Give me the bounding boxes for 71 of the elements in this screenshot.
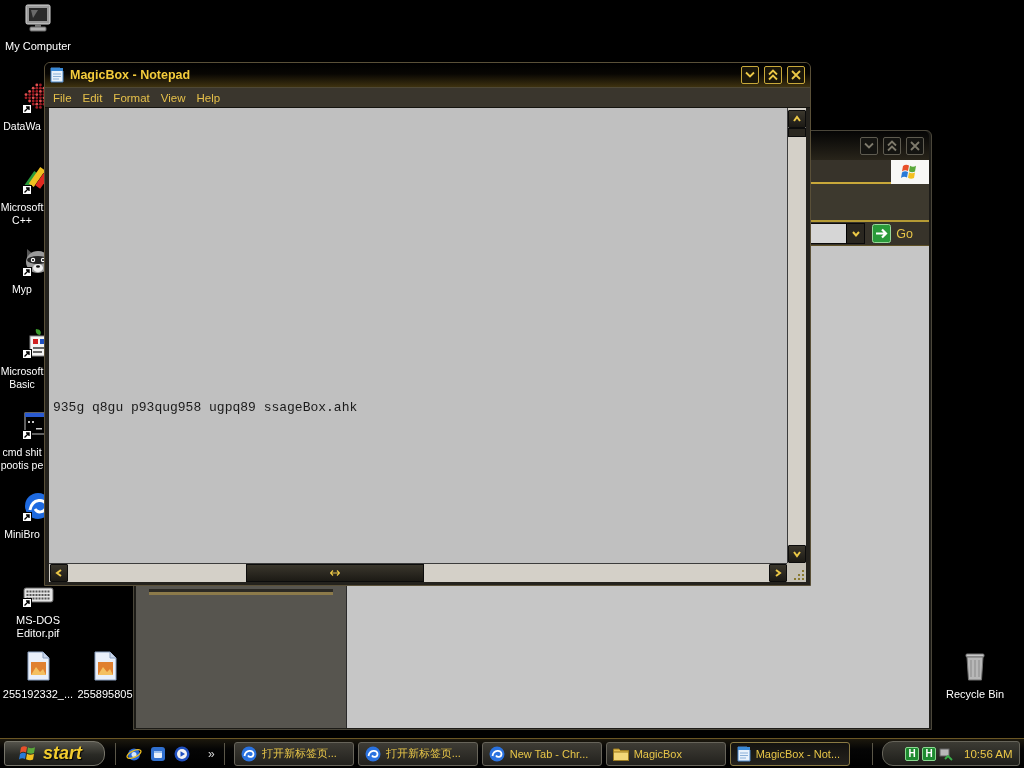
menu-item[interactable]: View: [160, 91, 186, 104]
desktop-icon-label[interactable]: Microsoft Basic: [0, 365, 44, 391]
arrow-right-icon: [872, 224, 892, 243]
pattern-icon[interactable]: [22, 82, 44, 114]
taskbar-button[interactable]: MagicBox: [605, 741, 726, 766]
close-icon: [909, 139, 921, 152]
keyboard-icon[interactable]: [22, 587, 54, 608]
notepad-icon: [736, 745, 751, 762]
notepad-icon: [50, 67, 64, 83]
double-chevron-up-icon: [767, 69, 779, 81]
logo-icon: [891, 160, 929, 184]
left-right-arrow-icon: [330, 570, 340, 576]
vertical-scrollbar[interactable]: [787, 108, 806, 563]
scroll-left-button[interactable]: [50, 564, 68, 582]
desktop-icon-label[interactable]: 255192332_...: [2, 688, 74, 701]
caret-down-icon: [792, 549, 802, 559]
menu-item[interactable]: Edit: [82, 91, 103, 104]
close-icon: [790, 69, 802, 81]
scroll-right-button[interactable]: [769, 564, 787, 582]
play-icon[interactable]: [174, 745, 190, 762]
computer-icon[interactable]: [22, 2, 54, 34]
tray-icon[interactable]: H: [905, 746, 919, 761]
desktop-icon-label[interactable]: cmd shit pootis pe: [0, 446, 44, 472]
horizontal-scrollbar[interactable]: [49, 563, 787, 582]
maximize-button[interactable]: [764, 66, 782, 84]
go-button[interactable]: Go: [872, 224, 913, 243]
desktop-icon-label[interactable]: MiniBro: [4, 528, 40, 541]
swirl-icon: [488, 745, 505, 762]
double-chevron-up-icon: [886, 139, 898, 152]
minimize-button[interactable]: [860, 136, 878, 155]
start-button[interactable]: start: [4, 741, 105, 766]
tray-app-icon[interactable]: [939, 746, 953, 761]
taskbar-button[interactable]: MagicBox - Not...: [729, 741, 850, 766]
desktop-icon-label[interactable]: Myp: [12, 283, 32, 296]
scroll-up-button[interactable]: [788, 110, 806, 128]
taskbar-button[interactable]: New Tab - Chr...: [481, 741, 602, 766]
close-button[interactable]: [787, 66, 805, 84]
taskbar-button[interactable]: 打开新标签页...: [233, 741, 354, 766]
maximize-button[interactable]: [883, 136, 901, 155]
swirl-icon: [364, 745, 381, 762]
scroll-thumb[interactable]: [788, 128, 806, 137]
text-area[interactable]: 935g q8gu p93qug958 ugpq89 ssageBox.ahk: [49, 108, 787, 563]
minimize-button[interactable]: [741, 66, 759, 84]
caret-up-icon: [792, 114, 802, 124]
close-button[interactable]: [906, 136, 924, 155]
menu-item[interactable]: File: [53, 91, 72, 104]
caret-left-icon: [54, 568, 64, 578]
caret-right-icon: [773, 568, 783, 578]
menu-item[interactable]: Help: [196, 91, 221, 104]
desktop-icon-label[interactable]: MS-DOS Editor.pif: [0, 614, 76, 640]
clock: 10:56 AM: [964, 747, 1013, 760]
menu-item[interactable]: Format: [113, 91, 150, 104]
dropdown-button[interactable]: [846, 224, 865, 243]
scroll-down-button[interactable]: [788, 545, 806, 563]
swirl-icon: [240, 745, 257, 762]
scroll-thumb[interactable]: [246, 564, 424, 582]
desktop-icon-label[interactable]: DataWa: [3, 120, 41, 133]
window-icon[interactable]: [150, 745, 166, 762]
flag-icon: [19, 745, 37, 762]
desktop-icon-label[interactable]: Recycle Bin: [945, 688, 1005, 701]
taskbar-button[interactable]: 打开新标签页...: [357, 741, 478, 766]
window-title: MagicBox - Notepad: [70, 68, 191, 82]
desktop-icon-label[interactable]: 255895805: [77, 688, 133, 701]
overflow-button[interactable]: »: [208, 747, 215, 760]
tray-icon[interactable]: H: [922, 746, 936, 761]
desktop-icon-label[interactable]: Microsoft C++: [0, 201, 44, 227]
desktop-icon-label[interactable]: My Computer: [5, 40, 71, 53]
editor-text: 935g q8gu p93qug958 ugpq89 ssageBox.ahk: [53, 401, 358, 415]
folder-icon: [612, 746, 629, 761]
address-field[interactable]: [808, 223, 866, 244]
resize-grip-icon[interactable]: [787, 563, 806, 582]
